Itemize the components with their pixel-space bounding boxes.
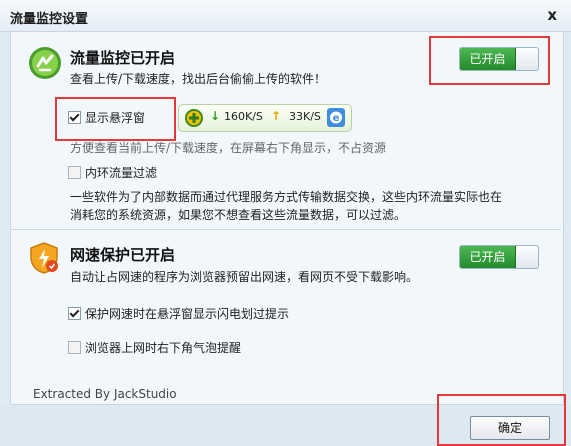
float-plus-icon xyxy=(185,109,203,127)
speed-protection-desc: 自动让占网速的程序为浏览器预留出网速，看网页不受下载影响。 xyxy=(70,270,419,284)
intranet-desc-line2: 消耗您的系统资源，如果您不想查看这些流量数据，可以过滤。 xyxy=(70,208,407,222)
traffic-monitor-icon xyxy=(29,47,61,79)
bubble-reminder-checkbox[interactable] xyxy=(68,341,81,354)
browser-icon: e xyxy=(327,108,345,127)
bubble-reminder-label: 浏览器上网时右下角气泡提醒 xyxy=(85,341,242,355)
speed-protection-toggle[interactable]: 已开启 xyxy=(459,245,539,269)
speed-protection-title: 网速保护已开启 xyxy=(70,246,176,264)
traffic-monitor-title: 流量监控已开启 xyxy=(70,49,176,67)
title-bar: 流量监控设置 x xyxy=(0,0,571,32)
ok-button[interactable]: 确定 xyxy=(470,416,550,440)
toggle-on-label: 已开启 xyxy=(460,48,516,70)
lightning-hint-label: 保护网速时在悬浮窗显示闪电划过提示 xyxy=(85,307,290,321)
upload-speed: 33K/S xyxy=(289,110,321,123)
download-arrow-icon: ↓ xyxy=(210,109,221,123)
intranet-filter-label: 内环流量过滤 xyxy=(85,166,158,180)
section-divider xyxy=(10,229,561,230)
toggle-on-label: 已开启 xyxy=(460,246,516,268)
show-float-label: 显示悬浮窗 xyxy=(85,111,146,125)
float-window-preview: ↓ 160K/S ↑ 33K/S e xyxy=(178,104,352,132)
traffic-monitor-desc: 查看上传/下载速度，找出后台偷偷上传的软件！ xyxy=(70,72,327,86)
traffic-monitor-toggle[interactable]: 已开启 xyxy=(459,47,539,71)
intranet-desc-line1: 一些软件为了内部数据而通过代理服务方式传输数据交换，这些内环流量实际也在 xyxy=(70,190,503,204)
svg-text:e: e xyxy=(333,113,340,124)
float-desc: 方便查看当前上传/下载速度，在屏幕右下角显示，不占资源 xyxy=(70,141,387,155)
show-float-checkbox[interactable] xyxy=(68,111,81,124)
intranet-filter-checkbox[interactable] xyxy=(68,166,81,179)
download-speed: 160K/S xyxy=(224,110,263,123)
window-title: 流量监控设置 xyxy=(10,12,89,27)
upload-arrow-icon: ↑ xyxy=(271,109,282,123)
dialog-window: 流量监控设置 x 流量监控已开启 查看上传/下载速度，找出后台偷偷上传的软件！ … xyxy=(0,0,571,446)
speed-protection-shield-icon xyxy=(30,242,58,274)
close-button[interactable]: x xyxy=(547,6,557,24)
lightning-hint-checkbox[interactable] xyxy=(68,307,81,320)
credit-text: Extracted By JackStudio xyxy=(33,387,177,401)
